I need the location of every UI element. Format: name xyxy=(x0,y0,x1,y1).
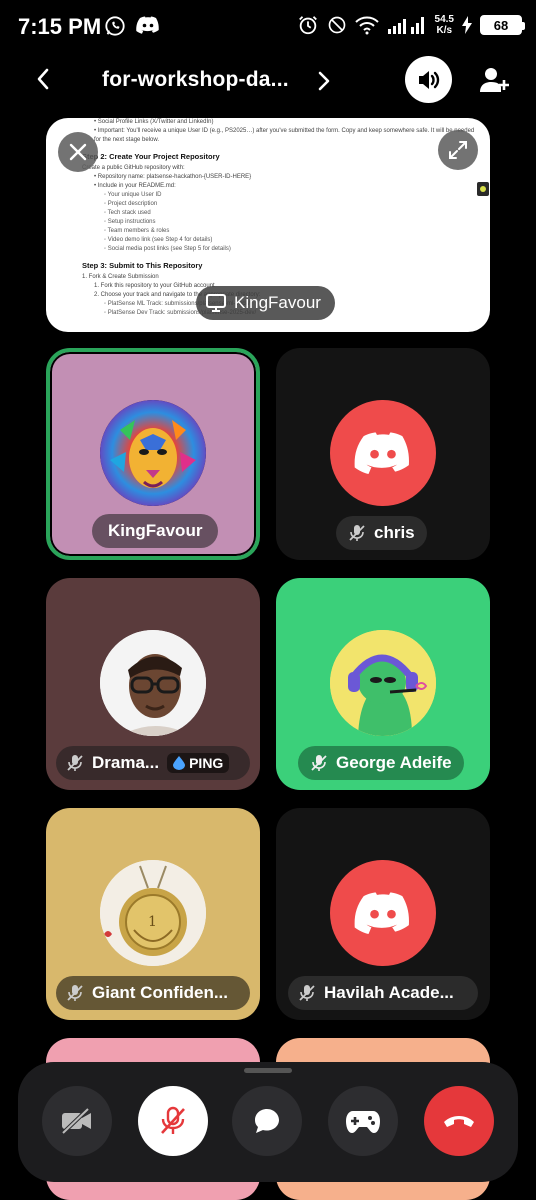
close-share-button[interactable] xyxy=(58,132,98,172)
close-icon xyxy=(69,143,87,161)
whatsapp-icon xyxy=(105,16,125,36)
chat-icon xyxy=(255,1109,279,1133)
participant-tile-kingfavour[interactable]: KingFavour xyxy=(46,348,260,560)
charging-icon xyxy=(462,16,472,34)
doc-line: Create a public GitHub repository with: xyxy=(82,165,185,171)
activities-button[interactable] xyxy=(328,1086,398,1156)
participant-name: Drama... xyxy=(92,753,160,772)
doc-line: • Include in your README.md: xyxy=(94,183,176,189)
chat-button[interactable] xyxy=(232,1086,302,1156)
participant-name: Giant Confiden... xyxy=(92,983,228,1002)
participant-name: chris xyxy=(374,523,415,542)
net-speed-unit: K/s xyxy=(436,25,453,36)
discord-icon xyxy=(136,16,159,34)
monitor-icon xyxy=(206,294,226,312)
add-user-icon xyxy=(480,68,509,92)
doc-line: ◦ Your unique User ID xyxy=(104,192,162,198)
mic-muted-icon xyxy=(299,985,315,1001)
expand-share-button[interactable] xyxy=(438,130,478,170)
mic-muted-icon xyxy=(67,985,83,1001)
camera-toggle-button[interactable] xyxy=(42,1086,112,1156)
ping-badge: PING xyxy=(167,753,230,773)
wifi-icon xyxy=(354,16,379,35)
channel-chevron-button[interactable] xyxy=(314,66,334,96)
participant-name: KingFavour xyxy=(108,521,203,540)
channel-title[interactable]: for-workshop-da... xyxy=(102,68,289,92)
medal-avatar: 1 xyxy=(100,860,206,966)
camera-off-icon xyxy=(61,1107,91,1135)
signal-icon xyxy=(387,17,424,34)
mic-muted-icon xyxy=(311,755,327,771)
screen-share-presenter-label: KingFavour xyxy=(196,286,335,320)
doc-line: Step 3: Submit to This Repository xyxy=(82,261,203,270)
participant-name: George Adeife xyxy=(336,753,452,772)
doc-line: 1. Fork & Create Submission xyxy=(82,274,159,280)
doc-line: • Important: You'll receive a unique Use… xyxy=(94,128,475,143)
hang-up-button[interactable] xyxy=(424,1086,494,1156)
call-header: for-workshop-da... xyxy=(0,56,536,106)
drag-handle[interactable] xyxy=(244,1068,292,1073)
participant-name-pill: KingFavour xyxy=(92,514,219,548)
speaker-icon xyxy=(418,70,439,89)
back-arrow-icon xyxy=(37,68,49,90)
clock: 7:15 PM xyxy=(18,14,102,39)
participant-tile-george[interactable]: George Adeife xyxy=(276,578,490,790)
participant-name-pill: George Adeife xyxy=(298,746,464,780)
expand-icon xyxy=(449,141,467,159)
doc-line: ◦ Team members & roles xyxy=(104,228,170,234)
net-speed: 54.5 K/s xyxy=(435,14,454,36)
presenter-name: KingFavour xyxy=(234,293,321,312)
speaker-button[interactable] xyxy=(405,56,452,103)
doc-line: ◦ Tech stack used xyxy=(104,210,151,216)
alarm-icon xyxy=(298,16,317,35)
doc-line: ◦ Social media post links (see Step 5 fo… xyxy=(104,246,231,252)
discord-icon xyxy=(354,432,409,475)
doc-line: ◦ Video demo link (see Step 4 for detail… xyxy=(104,237,213,243)
mic-muted-icon xyxy=(349,525,365,541)
participant-name-pill: Drama... PING xyxy=(56,746,250,780)
lion-avatar xyxy=(100,400,206,506)
participant-name-pill: Giant Confiden... xyxy=(56,976,250,1010)
status-bar: 7:15 PM 54.5 K/s 68 xyxy=(0,0,536,56)
discord-avatar-red xyxy=(330,400,436,506)
participant-tile-drama[interactable]: Drama... PING xyxy=(46,578,260,790)
net-speed-value: 54.5 xyxy=(434,14,454,25)
mic-muted-icon xyxy=(67,755,83,771)
participant-tile-giant[interactable]: 1 Giant Confiden... xyxy=(46,808,260,1020)
system-icons: 54.5 K/s 68 xyxy=(297,14,525,36)
photo-avatar xyxy=(100,630,206,736)
doc-line: • Social Profile Links (X/Twitter and Li… xyxy=(94,119,214,125)
participant-tile-chris[interactable]: chris xyxy=(276,348,490,560)
doc-line: ◦ Setup instructions xyxy=(104,219,156,225)
dnd-icon xyxy=(328,16,345,34)
battery-indicator: 68 xyxy=(480,15,525,35)
discord-avatar-red xyxy=(330,860,436,966)
mic-muted-icon xyxy=(161,1106,185,1134)
mic-toggle-button[interactable] xyxy=(138,1086,208,1156)
doc-line: Step 2: Create Your Project Repository xyxy=(82,152,220,161)
doc-line: • Repository name: platsense-hackathon-{… xyxy=(94,174,252,180)
doc-line: ◦ Project description xyxy=(104,201,158,207)
svg-text:1: 1 xyxy=(148,914,157,930)
add-user-button[interactable] xyxy=(476,62,514,98)
participant-name-pill: chris xyxy=(336,516,427,550)
hang-up-icon xyxy=(444,1116,474,1127)
participant-name-pill: Havilah Acade... xyxy=(288,976,478,1010)
extension-icon xyxy=(477,182,489,196)
participant-name: Havilah Acade... xyxy=(324,983,454,1002)
drop-icon xyxy=(173,756,186,770)
chevron-right-icon xyxy=(318,71,330,91)
ping-badge-label: PING xyxy=(189,755,224,771)
gamepad-icon xyxy=(346,1111,380,1133)
participant-tile-havilah[interactable]: Havilah Acade... xyxy=(276,808,490,1020)
notification-icons xyxy=(104,15,160,37)
green-character-avatar xyxy=(330,630,436,736)
discord-icon xyxy=(354,892,409,935)
back-button[interactable] xyxy=(28,62,58,96)
